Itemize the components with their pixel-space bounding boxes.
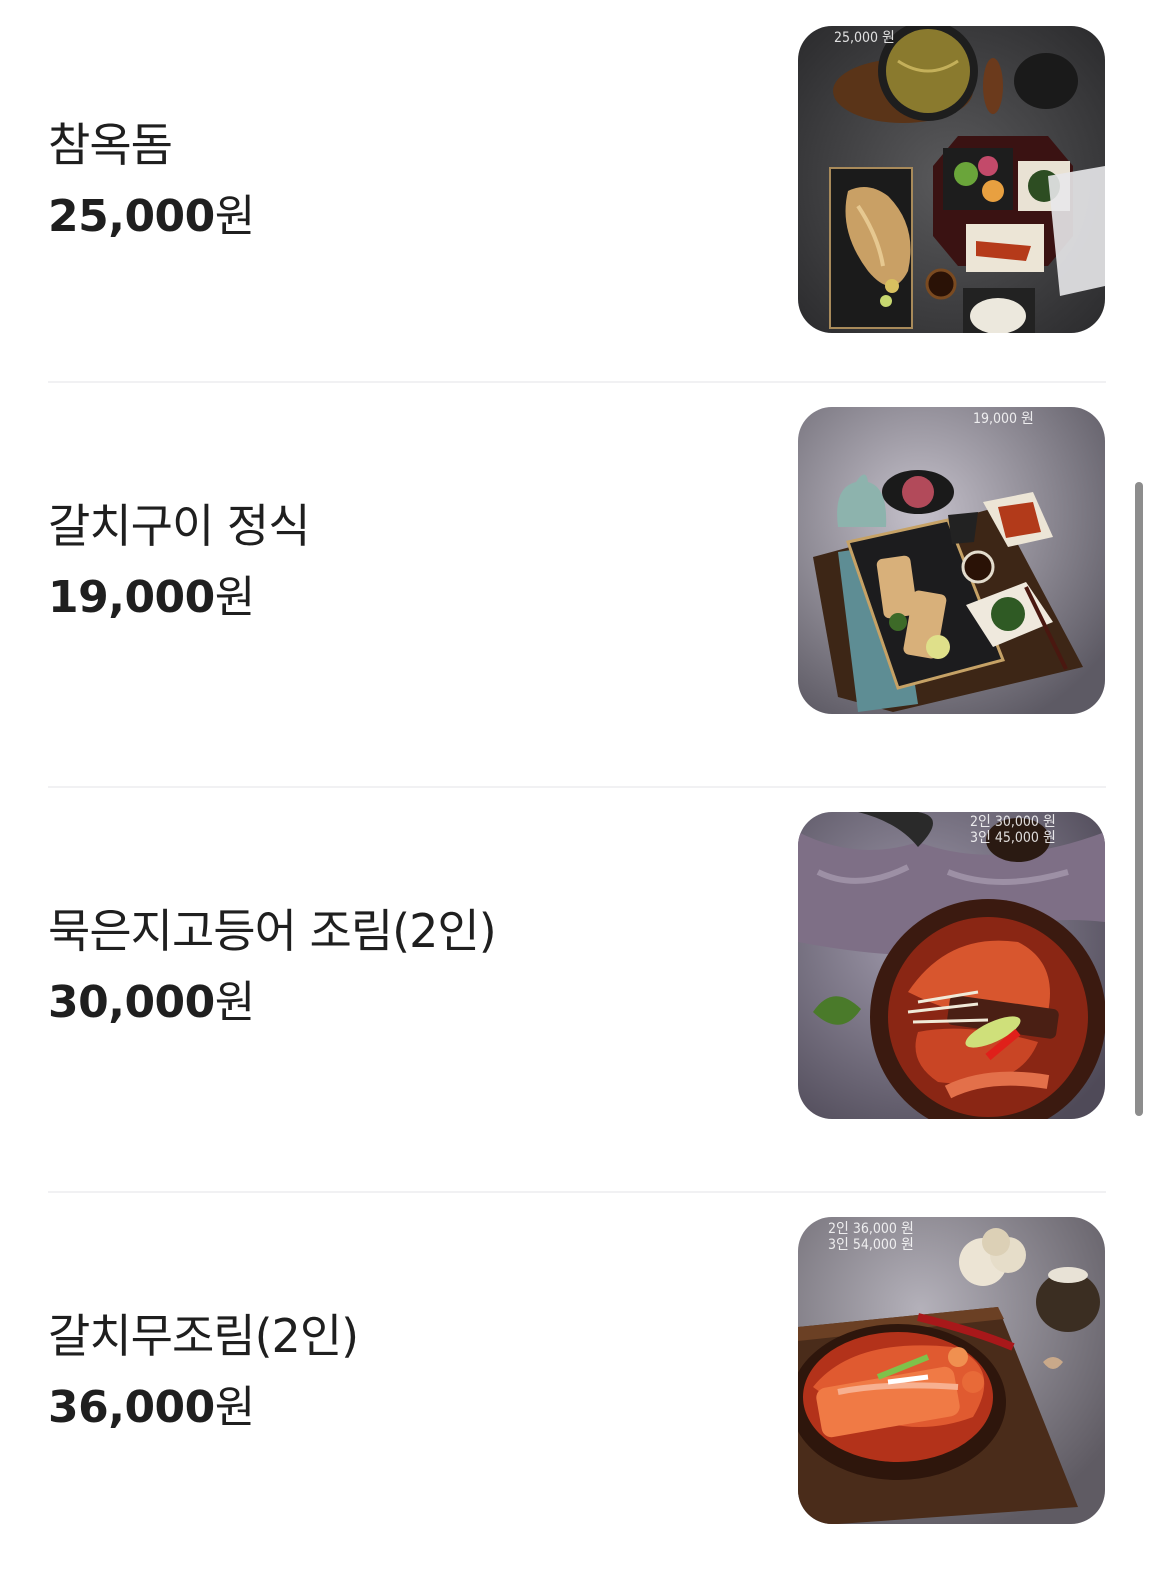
food-photo-grilled-hairtail-set — [798, 407, 1105, 714]
menu-item-name: 참옥돔 — [48, 118, 173, 172]
menu-item-photo[interactable]: 25,000 원 — [798, 26, 1105, 333]
menu-item-price: 36,000원 — [48, 1383, 748, 1433]
photo-price-label: 2인 36,000 원 3인 54,000 원 — [828, 1221, 914, 1253]
price-value: 19,000 — [48, 572, 215, 623]
menu-item-price: 30,000원 — [48, 978, 748, 1028]
photo-price-label: 19,000 원 — [973, 411, 1034, 427]
menu-item[interactable]: 묵은지고등어 조림(2인) 30,000원 2인 30,000 원 3인 45,… — [0, 786, 1170, 1193]
photo-price-label: 25,000 원 — [834, 30, 895, 46]
menu-item[interactable]: 갈치무조림(2인) 36,000원 2인 36,000 원 3인 54,000 … — [0, 1191, 1170, 1596]
menu-item-price: 25,000원 — [48, 192, 748, 242]
menu-item-text: 갈치구이 정식 19,000원 — [48, 499, 748, 623]
menu-item-photo[interactable]: 2인 36,000 원 3인 54,000 원 — [798, 1217, 1105, 1524]
price-value: 36,000 — [48, 1382, 215, 1433]
vertical-scrollbar[interactable] — [1135, 482, 1143, 1116]
menu-item[interactable]: 갈치구이 정식 19,000원 19,000 원 — [0, 381, 1170, 788]
menu-item-text: 묵은지고등어 조림(2인) 30,000원 — [48, 904, 748, 1028]
menu-item-name: 갈치구이 정식 — [48, 499, 311, 553]
menu-item[interactable]: 참옥돔 25,000원 25,000 원 — [0, 0, 1170, 383]
food-photo-braised-mackerel-kimchi — [798, 812, 1105, 1119]
menu-item-name: 갈치무조림(2인) — [48, 1309, 359, 1363]
price-unit: 원 — [214, 572, 255, 623]
price-value: 30,000 — [48, 977, 215, 1028]
menu-item-photo[interactable]: 19,000 원 — [798, 407, 1105, 714]
menu-item-photo[interactable]: 2인 30,000 원 3인 45,000 원 — [798, 812, 1105, 1119]
food-photo-braised-hairtail-radish — [798, 1217, 1105, 1524]
food-photo-grilled-fish-set — [798, 26, 1105, 333]
price-unit: 원 — [214, 977, 255, 1028]
photo-price-label: 2인 30,000 원 3인 45,000 원 — [970, 814, 1056, 846]
price-value: 25,000 — [48, 191, 215, 242]
price-unit: 원 — [214, 1382, 255, 1433]
price-unit: 원 — [214, 191, 255, 242]
menu-item-name: 묵은지고등어 조림(2인) — [48, 904, 497, 958]
menu-item-text: 갈치무조림(2인) 36,000원 — [48, 1309, 748, 1433]
menu-list: 참옥돔 25,000원 25,000 원 갈치구이 정식 19,000원 19,… — [0, 0, 1170, 1596]
menu-item-text: 참옥돔 25,000원 — [48, 118, 748, 242]
menu-item-price: 19,000원 — [48, 573, 748, 623]
